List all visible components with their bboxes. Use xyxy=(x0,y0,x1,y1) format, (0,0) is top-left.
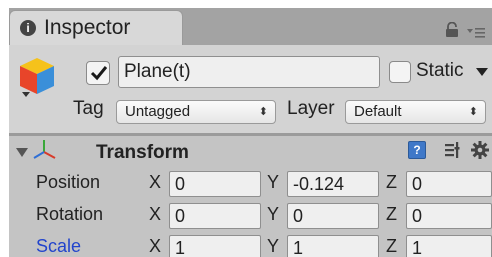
rotation-label[interactable]: Rotation xyxy=(36,204,103,225)
x-axis-label[interactable]: X xyxy=(149,236,161,257)
scale-row: Scale X 1 Y 1 Z 1 xyxy=(9,233,492,257)
layer-label: Layer xyxy=(287,98,335,119)
rotation-z-field[interactable]: 0 xyxy=(406,203,492,229)
scale-x-field[interactable]: 1 xyxy=(169,235,261,257)
y-axis-label[interactable]: Y xyxy=(267,172,279,193)
rotation-x-field[interactable]: 0 xyxy=(169,203,261,229)
checkmark-icon xyxy=(90,66,108,81)
preset-icon[interactable] xyxy=(445,142,461,158)
dropdown-arrows-icon: ⬍ xyxy=(468,106,478,118)
x-axis-label[interactable]: X xyxy=(149,172,161,193)
transform-component: Transform ? Position X 0 Y -0.124 Z 0 Ro… xyxy=(9,136,492,257)
z-axis-label[interactable]: Z xyxy=(386,236,397,257)
position-label[interactable]: Position xyxy=(36,172,100,193)
panel-menu-icon[interactable] xyxy=(467,26,485,38)
static-checkbox[interactable] xyxy=(389,61,411,83)
position-row: Position X 0 Y -0.124 Z 0 xyxy=(9,169,492,199)
active-checkbox[interactable] xyxy=(86,61,110,85)
transform-axis-icon xyxy=(33,140,56,159)
component-title[interactable]: Transform xyxy=(96,142,189,164)
rotation-row: Rotation X 0 Y 0 Z 0 xyxy=(9,201,492,231)
z-axis-label[interactable]: Z xyxy=(386,204,397,225)
x-axis-label[interactable]: X xyxy=(149,204,161,225)
info-icon: i xyxy=(20,20,36,36)
lock-icon[interactable] xyxy=(445,22,459,38)
gameobject-cube-icon[interactable] xyxy=(17,56,57,98)
scale-label[interactable]: Scale xyxy=(36,236,81,257)
inspector-panel: i Inspector Plane(t) Static Tag Untagged… xyxy=(9,8,492,257)
layer-dropdown-value: Default xyxy=(354,103,402,120)
help-icon[interactable]: ? xyxy=(408,141,426,159)
tag-dropdown-value: Untagged xyxy=(125,103,191,120)
tag-label: Tag xyxy=(73,98,104,119)
gear-icon[interactable] xyxy=(471,141,489,159)
rotation-y-field[interactable]: 0 xyxy=(287,203,379,229)
tag-dropdown[interactable]: Untagged ⬍ xyxy=(116,100,276,124)
position-z-field[interactable]: 0 xyxy=(406,171,492,197)
dropdown-arrows-icon: ⬍ xyxy=(258,106,268,118)
position-x-field[interactable]: 0 xyxy=(169,171,261,197)
object-name-field[interactable]: Plane(t) xyxy=(118,56,380,88)
position-y-field[interactable]: -0.124 xyxy=(287,171,379,197)
tab-bar: i Inspector xyxy=(9,8,492,45)
tab-label: Inspector xyxy=(44,16,131,39)
tab-inspector[interactable]: i Inspector xyxy=(9,10,183,45)
scale-y-field[interactable]: 1 xyxy=(287,235,379,257)
z-axis-label[interactable]: Z xyxy=(386,172,397,193)
scale-z-field[interactable]: 1 xyxy=(406,235,492,257)
layer-dropdown[interactable]: Default ⬍ xyxy=(345,100,486,124)
static-dropdown-arrow-icon[interactable] xyxy=(476,68,488,76)
y-axis-label[interactable]: Y xyxy=(267,236,279,257)
foldout-arrow-icon[interactable] xyxy=(16,148,28,157)
object-header: Plane(t) Static Tag Untagged ⬍ Layer Def… xyxy=(9,45,492,133)
y-axis-label[interactable]: Y xyxy=(267,204,279,225)
static-label: Static xyxy=(416,60,464,81)
